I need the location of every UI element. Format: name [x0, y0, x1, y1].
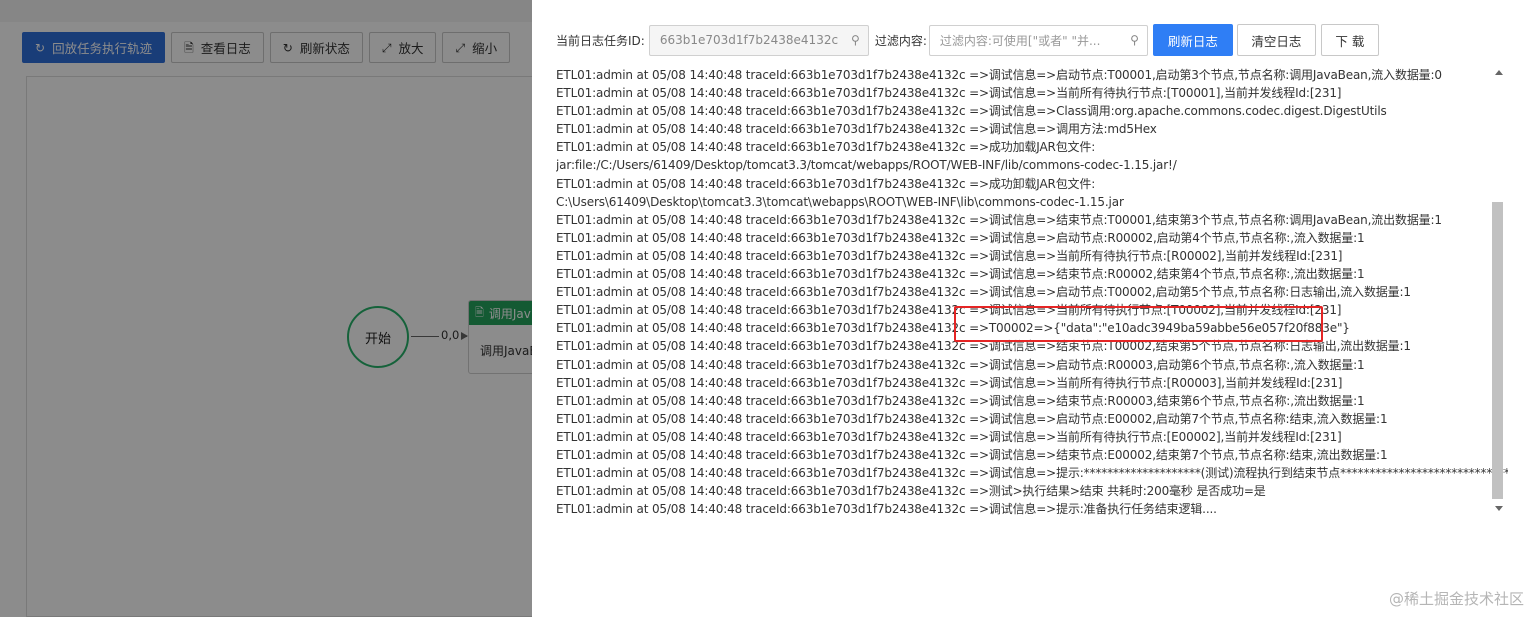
modal-mask[interactable] [0, 0, 532, 617]
log-line: ETL01:admin at 05/08 14:40:48 traceId:66… [556, 357, 1365, 372]
log-line: ETL01:admin at 05/08 14:40:48 traceId:66… [556, 375, 1343, 390]
log-line: ETL01:admin at 05/08 14:40:48 traceId:66… [556, 248, 1343, 263]
filter-placeholder: 过滤内容:可使用["或者" "并... [939, 33, 1101, 48]
log-line: ETL01:admin at 05/08 14:40:48 traceId:66… [556, 502, 1217, 517]
log-line: ETL01:admin at 05/08 14:40:48 traceId:66… [556, 393, 1365, 408]
search-icon[interactable]: ⚲ [1123, 33, 1139, 47]
task-id-value: 663b1e703d1f7b2438e4132c [659, 33, 839, 47]
task-id-field[interactable]: 663b1e703d1f7b2438e4132c ⚲ [648, 24, 869, 56]
log-line: ETL01:admin at 05/08 14:40:48 traceId:66… [556, 267, 1365, 282]
filter-label: 过滤内容: [874, 33, 927, 48]
log-line: ETL01:admin at 05/08 14:40:48 traceId:66… [556, 86, 1342, 101]
background-app: ↻ 回放任务执行轨迹 🗎 查看日志 ↻ 刷新状态 ⤢ 放大 ⤢ 缩小 开始 0,… [0, 0, 548, 617]
scroll-down-icon[interactable] [1495, 506, 1503, 511]
scroll-up-icon[interactable] [1495, 70, 1503, 75]
scrollbar-thumb[interactable] [1492, 202, 1503, 499]
log-line: ETL01:admin at 05/08 14:40:48 traceId:66… [556, 447, 1388, 462]
search-icon[interactable]: ⚲ [844, 33, 860, 47]
log-line: ETL01:admin at 05/08 14:40:48 traceId:66… [556, 176, 1124, 209]
log-line: ETL01:admin at 05/08 14:40:48 traceId:66… [556, 140, 1177, 173]
log-line: ETL01:admin at 05/08 14:40:48 traceId:66… [556, 429, 1342, 444]
log-toolbar: 当前日志任务ID: 663b1e703d1f7b2438e4132c ⚲ 过滤内… [556, 24, 1379, 56]
task-id-label: 当前日志任务ID: [556, 33, 645, 48]
log-line: ETL01:admin at 05/08 14:40:48 traceId:66… [556, 230, 1365, 245]
refresh-log-button[interactable]: 刷新日志 [1152, 24, 1233, 56]
download-button[interactable]: 下 载 [1320, 24, 1379, 56]
log-line: ETL01:admin at 05/08 14:40:48 traceId:66… [556, 285, 1411, 300]
log-line: ETL01:admin at 05/08 14:40:48 traceId:66… [556, 484, 1266, 499]
log-line: ETL01:admin at 05/08 14:40:48 traceId:66… [556, 122, 1157, 137]
log-line: ETL01:admin at 05/08 14:40:48 traceId:66… [556, 466, 1508, 481]
clear-log-button[interactable]: 清空日志 [1236, 24, 1316, 56]
log-line: ETL01:admin at 05/08 14:40:48 traceId:66… [556, 411, 1388, 426]
log-line: ETL01:admin at 05/08 14:40:48 traceId:66… [556, 212, 1442, 227]
log-line: ETL01:admin at 05/08 14:40:48 traceId:66… [556, 68, 1442, 82]
filter-input[interactable]: 过滤内容:可使用["或者" "并... ⚲ [928, 24, 1148, 56]
watermark: @稀土掘金技术社区 [1388, 590, 1524, 608]
highlight-annotation [954, 306, 1323, 342]
log-scrollbar[interactable] [1490, 66, 1507, 517]
log-content[interactable]: ETL01:admin at 05/08 14:40:48 traceId:66… [556, 66, 1508, 518]
log-line: ETL01:admin at 05/08 14:40:48 traceId:66… [556, 104, 1387, 119]
